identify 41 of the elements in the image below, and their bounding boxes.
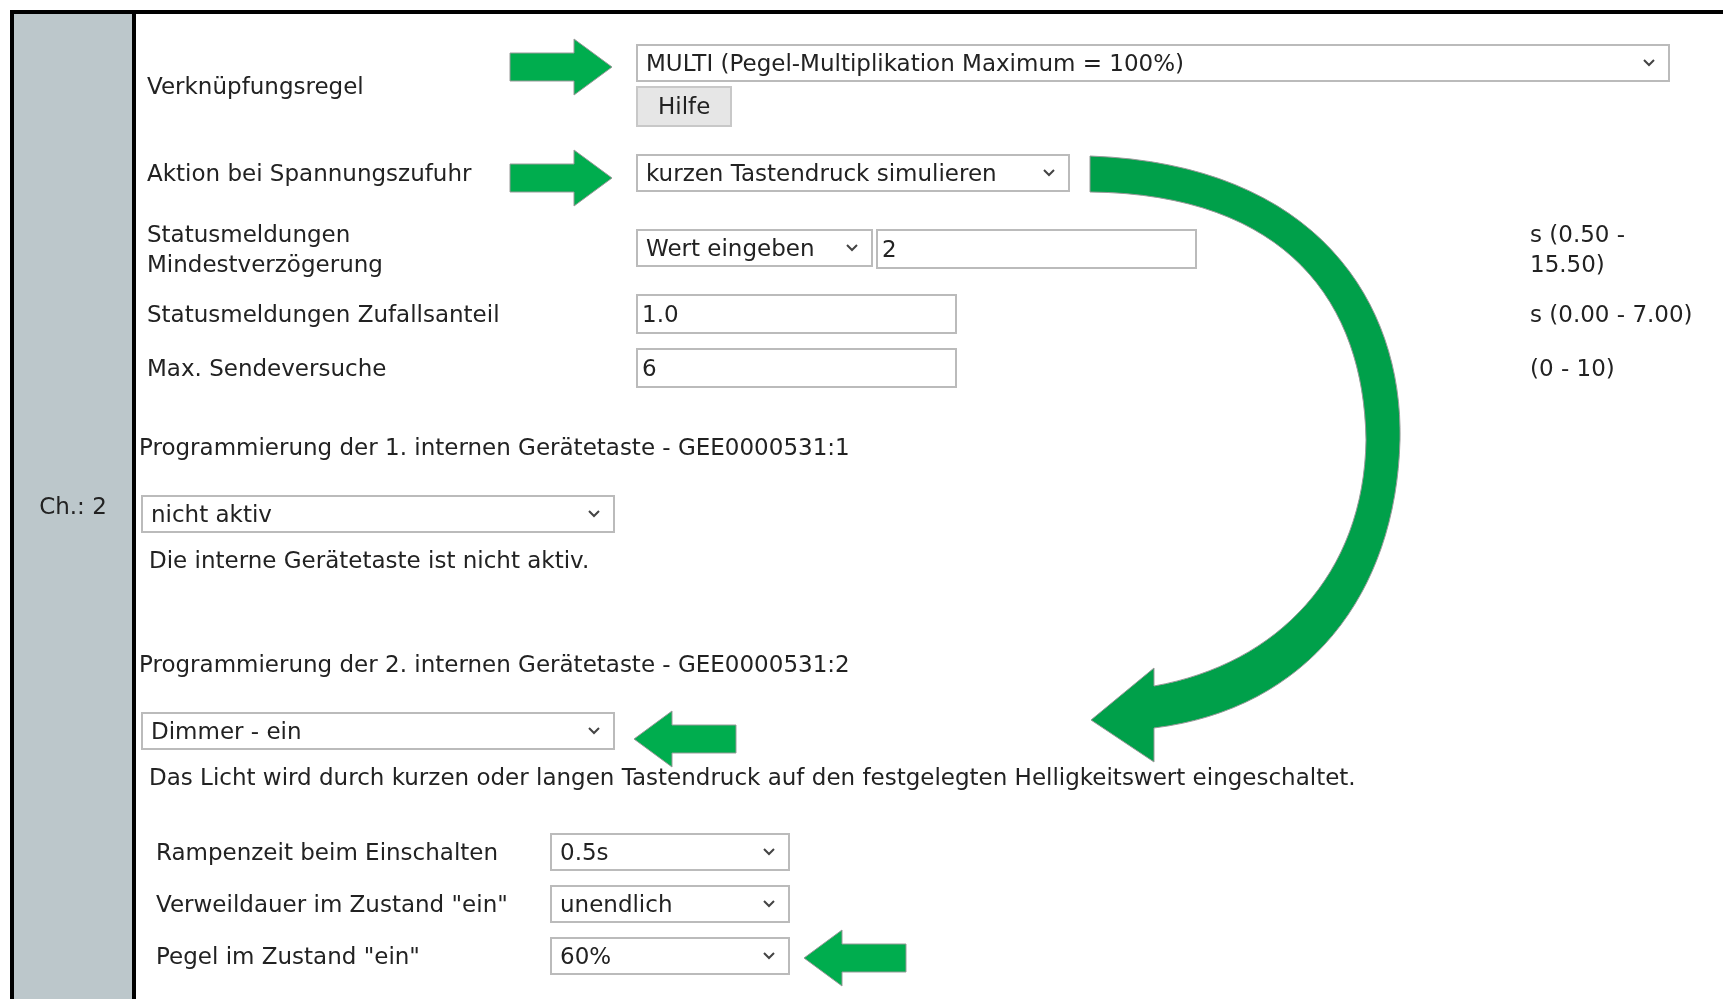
curved-arrow-icon [1088, 154, 1404, 766]
option-label: Rampenzeit beim Einschalten [156, 837, 500, 867]
dropdown[interactable]: Wert eingeben [636, 229, 873, 267]
setting-label: Statusmeldungen Mindestverzögerung [147, 220, 384, 279]
section-heading: Programmierung der 2. internen Gerätetaste - GEE0000531:2 [139, 650, 851, 679]
section-heading: Programmierung der 1. internen Gerätetaste - GEE0000531:1 [139, 433, 851, 462]
input-field[interactable]: 1.0 [636, 294, 957, 334]
range-hint: s (0.50 - 15.50) [1530, 220, 1627, 279]
dropdown[interactable]: Dimmer - ein [141, 712, 615, 750]
dropdown[interactable]: nicht aktiv [141, 495, 615, 533]
dropdown-caret-icon [762, 847, 776, 857]
dropdown-caret-icon [587, 509, 601, 519]
setting-label: Statusmeldungen Zufallsanteil [147, 300, 501, 329]
setting-label: Aktion bei Spannungszufuhr [147, 159, 473, 188]
dropdown[interactable]: unendlich [550, 885, 790, 923]
dropdown[interactable]: 0.5s [550, 833, 790, 871]
arrow-icon [632, 709, 738, 769]
setting-label: Max. Sendeversuche [147, 354, 388, 383]
channel-label: Ch.: 2 [39, 492, 107, 522]
input-field[interactable]: 6 [636, 348, 957, 388]
description-text: Das Licht wird durch kurzen oder langen Tastendruck auf den festgelegten Helligkeitswert eingeschaltet. [149, 763, 1357, 792]
dropdown-caret-icon [1642, 58, 1656, 68]
dropdown[interactable]: kurzen Tastendruck simulieren [636, 154, 1070, 192]
input-field[interactable]: 2 [876, 229, 1197, 269]
arrow-icon [802, 928, 908, 988]
range-hint: s (0.00 - 7.00) [1530, 300, 1694, 329]
dropdown-caret-icon [587, 726, 601, 736]
dropdown-caret-icon [1042, 168, 1056, 178]
dropdown-caret-icon [762, 951, 776, 961]
arrow-icon [508, 37, 614, 97]
dropdown[interactable]: MULTI (Pegel-Multiplikation Maximum = 100%) [636, 44, 1670, 82]
range-hint: (0 - 10) [1530, 354, 1616, 383]
option-label: Pegel im Zustand "ein" [156, 941, 421, 971]
description-text: Die interne Gerätetaste ist nicht aktiv. [149, 546, 591, 575]
dropdown-caret-icon [762, 899, 776, 909]
option-label: Verweildauer im Zustand "ein" [156, 889, 509, 919]
dropdown[interactable]: 60% [550, 937, 790, 975]
arrow-icon [508, 148, 614, 208]
dropdown-caret-icon [845, 243, 859, 253]
help-button[interactable]: Hilfe [636, 86, 733, 127]
setting-label: Verknüpfungsregel [147, 71, 365, 101]
